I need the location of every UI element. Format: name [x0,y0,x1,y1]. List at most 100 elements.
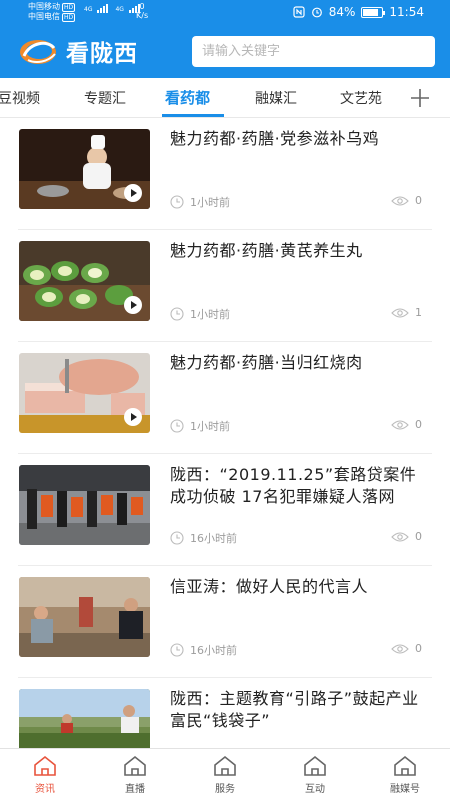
news-thumbnail [19,353,150,433]
battery-level [363,8,379,16]
news-thumbnail [19,241,150,321]
news-time-text: 1小时前 [190,420,230,433]
carrier-info: 中国移动 HD 中国电信 HD [28,2,76,22]
play-icon [124,184,142,202]
home-icon [34,755,56,776]
bottom-nav: 资讯 直播 服务 互动 融媒号 [0,748,450,800]
status-bar: 中国移动 HD 中国电信 HD 4G 4G 0 K/s 84% 11:54 [0,0,450,26]
news-thumbnail [19,129,150,209]
news-time: 1小时前 [170,418,230,434]
news-time: 16小时前 [170,530,237,546]
nav-label: 直播 [125,784,145,795]
status-right: 84% 11:54 [293,5,424,19]
battery-percent: 84% [328,5,356,19]
news-thumbnail [19,577,150,657]
news-item[interactable]: 魅力药都·药膳·当归红烧肉 1小时前 0 [0,342,450,454]
clock-icon [170,307,184,321]
signal-icons: 4G 4G [84,4,140,13]
search-input[interactable]: 请输入关键字 [192,36,435,67]
eye-icon [391,307,409,318]
nav-live[interactable]: 直播 [90,755,180,795]
tab-topics[interactable]: 专题汇 [84,88,126,108]
eye-icon [391,419,409,430]
news-list: 魅力药都·药膳·党参滋补乌鸡 1小时前 0 魅力药都·药膳·黄芪养生丸 1小时前… [0,118,450,748]
news-time-text: 1小时前 [190,308,230,321]
carrier-1: 中国移动 [28,2,60,11]
nav-label: 互动 [305,784,325,795]
news-time-text: 1小时前 [190,196,230,209]
network-type-2: 4G [115,6,124,13]
news-title: 魅力药都·药膳·黄芪养生丸 [170,241,363,260]
add-tab-button[interactable] [402,78,450,117]
news-thumbnail [19,689,150,748]
news-views: 0 [391,194,422,207]
clock-icon [170,419,184,433]
nav-label: 服务 [215,784,235,795]
news-title: 陇西：“2019.11.25”套路贷案件成功侦破 17名犯罪嫌疑人落网 [170,465,417,506]
tab-kan-yaodu[interactable]: 看药都 [165,87,210,108]
news-item[interactable]: 信亚涛：做好人民的代言人 16小时前 0 [0,566,450,678]
nav-label: 融媒号 [390,784,420,795]
play-icon [124,408,142,426]
news-views-count: 0 [415,418,422,431]
plus-icon [411,89,429,107]
status-time: 11:54 [389,5,424,19]
app-header: 中国移动 HD 中国电信 HD 4G 4G 0 K/s 84% 11:54 看陇… [0,0,450,78]
net-speed: 0 K/s [136,2,148,20]
active-tab-indicator [162,114,224,117]
net-speed-value: 0 [139,2,145,11]
news-views: 1 [391,306,422,319]
nav-services[interactable]: 服务 [180,755,270,795]
hd-badge: HD [62,2,76,12]
news-time: 16小时前 [170,642,237,658]
eye-icon [391,643,409,654]
news-thumbnail [19,465,150,545]
news-views-count: 0 [415,530,422,543]
net-speed-unit: K/s [136,11,149,20]
nav-label: 资讯 [35,784,55,795]
news-time: 1小时前 [170,194,230,210]
home-icon [304,755,326,776]
clock-icon [170,531,184,545]
news-time-text: 16小时前 [190,532,237,545]
hd-badge: HD [62,12,76,22]
nav-media-account[interactable]: 融媒号 [360,755,450,795]
tab-fade [378,78,402,117]
nav-interact[interactable]: 互动 [270,755,360,795]
alarm-icon [311,7,322,18]
news-views: 0 [391,418,422,431]
signal-strength-icon [97,4,109,13]
clock-icon [170,643,184,657]
eye-icon [391,531,409,542]
news-item[interactable]: 魅力药都·药膳·党参滋补乌鸡 1小时前 0 [0,118,450,230]
app-name: 看陇西 [66,41,138,67]
news-views-count: 0 [415,642,422,655]
tab-dou-video[interactable]: 豆视频 [0,88,40,108]
home-icon [214,755,236,776]
logo-icon [20,40,56,64]
news-title: 魅力药都·药膳·党参滋补乌鸡 [170,129,380,148]
app-logo: 看陇西 [18,34,138,68]
news-item[interactable]: 陇西：“2019.11.25”套路贷案件成功侦破 17名犯罪嫌疑人落网 16小时… [0,454,450,566]
news-item[interactable]: 魅力药都·药膳·黄芪养生丸 1小时前 1 [0,230,450,342]
tab-arts[interactable]: 文艺苑 [340,88,382,108]
news-item[interactable]: 陇西：主题教育“引路子”鼓起产业富民“钱袋子” [0,678,450,748]
battery-icon [361,6,386,18]
news-title: 信亚涛：做好人民的代言人 [170,577,369,596]
news-title: 魅力药都·药膳·当归红烧肉 [170,353,363,372]
tab-media[interactable]: 融媒汇 [255,88,297,108]
home-icon [394,755,416,776]
news-time-text: 16小时前 [190,644,237,657]
carrier-2: 中国电信 [28,12,60,21]
eye-icon [391,195,409,206]
nfc-icon [293,6,305,18]
news-time: 1小时前 [170,306,230,322]
news-views-count: 0 [415,194,422,207]
news-views: 0 [391,530,422,543]
nav-news[interactable]: 资讯 [0,755,90,795]
network-type-1: 4G [84,6,93,13]
news-title: 陇西：主题教育“引路子”鼓起产业富民“钱袋子” [170,689,419,730]
category-tabs: 豆视频 专题汇 看药都 融媒汇 文艺苑 [0,78,450,118]
news-views: 0 [391,642,422,655]
news-views-count: 1 [415,306,422,319]
